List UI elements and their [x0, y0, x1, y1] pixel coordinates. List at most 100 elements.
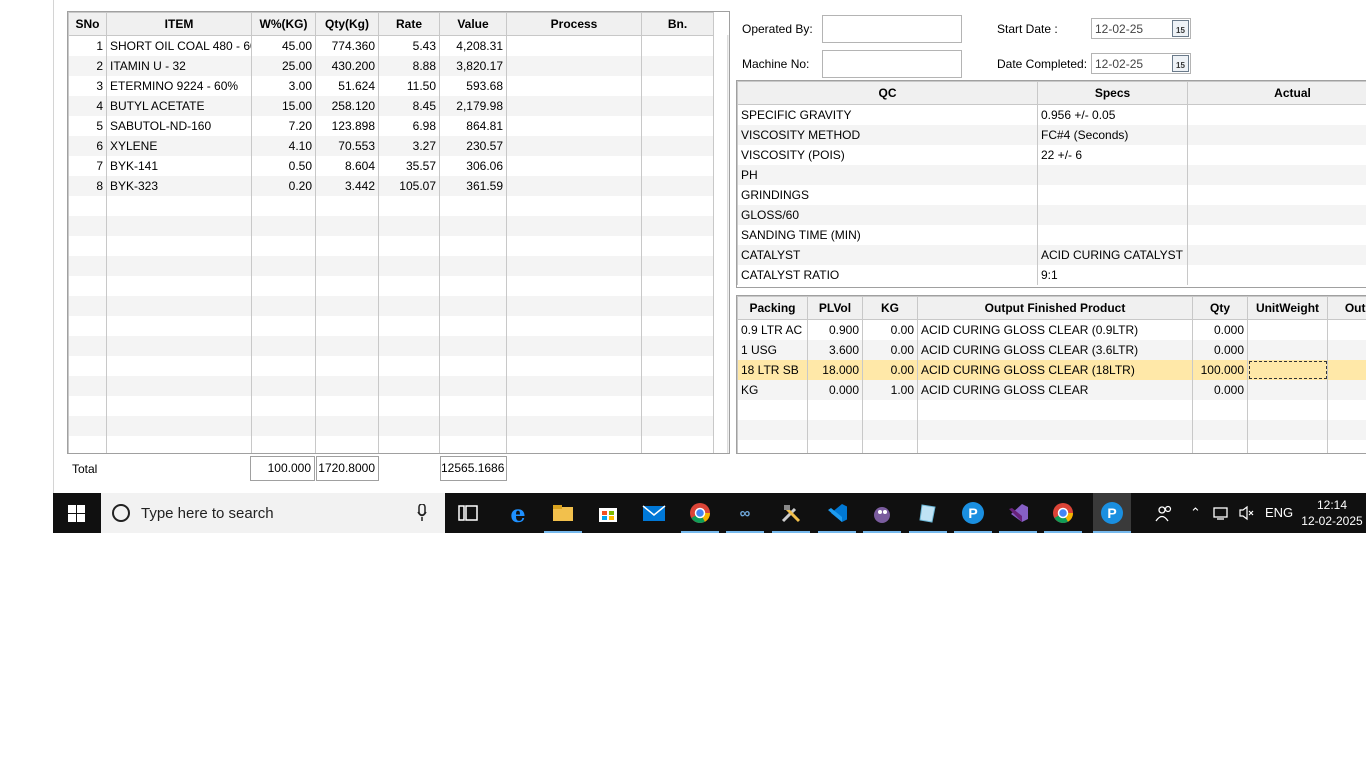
- table-cell[interactable]: GRINDINGS: [737, 184, 1038, 205]
- app-p-icon[interactable]: P: [954, 499, 992, 533]
- table-cell[interactable]: [106, 295, 252, 316]
- table-cell[interactable]: [506, 255, 642, 276]
- column-header[interactable]: Value: [439, 12, 507, 36]
- table-cell[interactable]: [1247, 339, 1328, 360]
- app-bird-icon[interactable]: [863, 499, 901, 533]
- table-cell[interactable]: 0.000: [1192, 379, 1248, 400]
- table-cell[interactable]: KG: [737, 379, 808, 400]
- table-cell[interactable]: [506, 195, 642, 216]
- table-cell[interactable]: [378, 215, 440, 236]
- table-cell[interactable]: [506, 375, 642, 396]
- table-cell[interactable]: [641, 135, 714, 156]
- table-cell[interactable]: [862, 419, 918, 440]
- table-cell[interactable]: [641, 155, 714, 176]
- table-row[interactable]: 3 ETERMINO 9224 - 60% 3.00 51.624 11.50 593.6…: [68, 75, 714, 96]
- table-cell[interactable]: [251, 255, 316, 276]
- table-cell[interactable]: [506, 35, 642, 56]
- table-cell[interactable]: [1247, 359, 1328, 380]
- table-cell[interactable]: 6.98: [378, 115, 440, 136]
- table-cell[interactable]: [1037, 204, 1188, 225]
- empty-row[interactable]: [68, 395, 714, 416]
- task-view-icon[interactable]: [453, 499, 483, 527]
- scroll-up-icon[interactable]: ▲: [728, 35, 729, 52]
- column-header[interactable]: Bn.: [641, 12, 714, 36]
- table-cell[interactable]: [106, 315, 252, 336]
- table-cell[interactable]: GLOSS/60: [737, 204, 1038, 225]
- volume-muted-icon[interactable]: [1239, 505, 1255, 524]
- table-cell[interactable]: [1037, 164, 1188, 185]
- table-cell[interactable]: 0.00: [862, 359, 918, 380]
- table-cell[interactable]: 8: [68, 175, 107, 196]
- table-cell[interactable]: 1: [68, 35, 107, 56]
- table-row[interactable]: VISCOSITY METHOD FC#4 (Seconds): [737, 124, 1366, 145]
- start-date-picker[interactable]: 12-02-25 15: [1091, 18, 1191, 39]
- empty-row[interactable]: [68, 315, 714, 336]
- table-cell[interactable]: [506, 95, 642, 116]
- table-cell[interactable]: [1247, 379, 1328, 400]
- table-cell[interactable]: [641, 55, 714, 76]
- table-cell[interactable]: BYK-141: [106, 155, 252, 176]
- empty-row[interactable]: [68, 275, 714, 296]
- column-header[interactable]: Qty: [1192, 296, 1248, 320]
- table-cell[interactable]: [106, 335, 252, 356]
- table-cell[interactable]: [1187, 164, 1366, 185]
- clock[interactable]: 12:14 12-02-2025: [1300, 497, 1364, 529]
- table-cell[interactable]: [807, 439, 863, 453]
- table-cell[interactable]: [506, 235, 642, 256]
- table-cell[interactable]: [378, 235, 440, 256]
- table-cell[interactable]: [315, 395, 379, 416]
- table-cell[interactable]: 774.360: [315, 35, 379, 56]
- table-cell[interactable]: ETERMINO 9224 - 60%: [106, 75, 252, 96]
- table-cell[interactable]: FC#4 (Seconds): [1037, 124, 1188, 145]
- table-cell[interactable]: 18.000: [807, 359, 863, 380]
- empty-row[interactable]: [68, 375, 714, 396]
- table-row[interactable]: 1 SHORT OIL COAL 480 - 60 45.00 774.360 5.43…: [68, 35, 714, 56]
- table-cell[interactable]: 0.50: [251, 155, 316, 176]
- table-cell[interactable]: [506, 295, 642, 316]
- table-row[interactable]: SPECIFIC GRAVITY 0.956 +/- 0.05: [737, 104, 1366, 125]
- table-cell[interactable]: 51.624: [315, 75, 379, 96]
- table-row[interactable]: CATALYST RATIO 9:1: [737, 264, 1366, 285]
- table-cell[interactable]: [439, 315, 507, 336]
- table-cell[interactable]: CATALYST RATIO: [737, 264, 1038, 285]
- table-cell[interactable]: [641, 255, 714, 276]
- table-cell[interactable]: [68, 315, 107, 336]
- table-cell[interactable]: [1192, 439, 1248, 453]
- table-cell[interactable]: 8.45: [378, 95, 440, 116]
- table-cell[interactable]: [439, 275, 507, 296]
- table-cell[interactable]: [378, 255, 440, 276]
- empty-row[interactable]: [737, 399, 1366, 420]
- table-cell[interactable]: 15.00: [251, 95, 316, 116]
- table-cell[interactable]: [641, 295, 714, 316]
- table-cell[interactable]: [106, 435, 252, 453]
- table-cell[interactable]: 4.10: [251, 135, 316, 156]
- table-cell[interactable]: PH: [737, 164, 1038, 185]
- table-cell[interactable]: [315, 195, 379, 216]
- table-cell[interactable]: [68, 375, 107, 396]
- table-cell[interactable]: [68, 255, 107, 276]
- table-cell[interactable]: [1327, 439, 1366, 453]
- table-cell[interactable]: [1187, 224, 1366, 245]
- table-cell[interactable]: 7: [68, 155, 107, 176]
- table-cell[interactable]: [506, 435, 642, 453]
- table-cell[interactable]: [506, 115, 642, 136]
- table-cell[interactable]: [315, 415, 379, 436]
- table-cell[interactable]: [106, 255, 252, 276]
- table-cell[interactable]: 864.81: [439, 115, 507, 136]
- empty-row[interactable]: [68, 355, 714, 376]
- table-cell[interactable]: [68, 415, 107, 436]
- table-cell[interactable]: [1327, 379, 1366, 400]
- calendar-icon[interactable]: 15: [1172, 55, 1189, 72]
- table-row[interactable]: 0.9 LTR AC 0.900 0.00 ACID CURING GLOSS CLE…: [737, 319, 1366, 340]
- empty-row[interactable]: [68, 235, 714, 256]
- table-cell[interactable]: [807, 399, 863, 420]
- table-cell[interactable]: ACID CURING CATALYST: [1037, 244, 1188, 265]
- table-cell[interactable]: [251, 395, 316, 416]
- column-header[interactable]: UnitWeight: [1247, 296, 1328, 320]
- table-cell[interactable]: VISCOSITY METHOD: [737, 124, 1038, 145]
- table-cell[interactable]: [641, 375, 714, 396]
- column-header[interactable]: ITEM: [106, 12, 252, 36]
- app-notepad-icon[interactable]: [909, 499, 947, 533]
- column-header[interactable]: Packing: [737, 296, 808, 320]
- column-header[interactable]: W%(KG): [251, 12, 316, 36]
